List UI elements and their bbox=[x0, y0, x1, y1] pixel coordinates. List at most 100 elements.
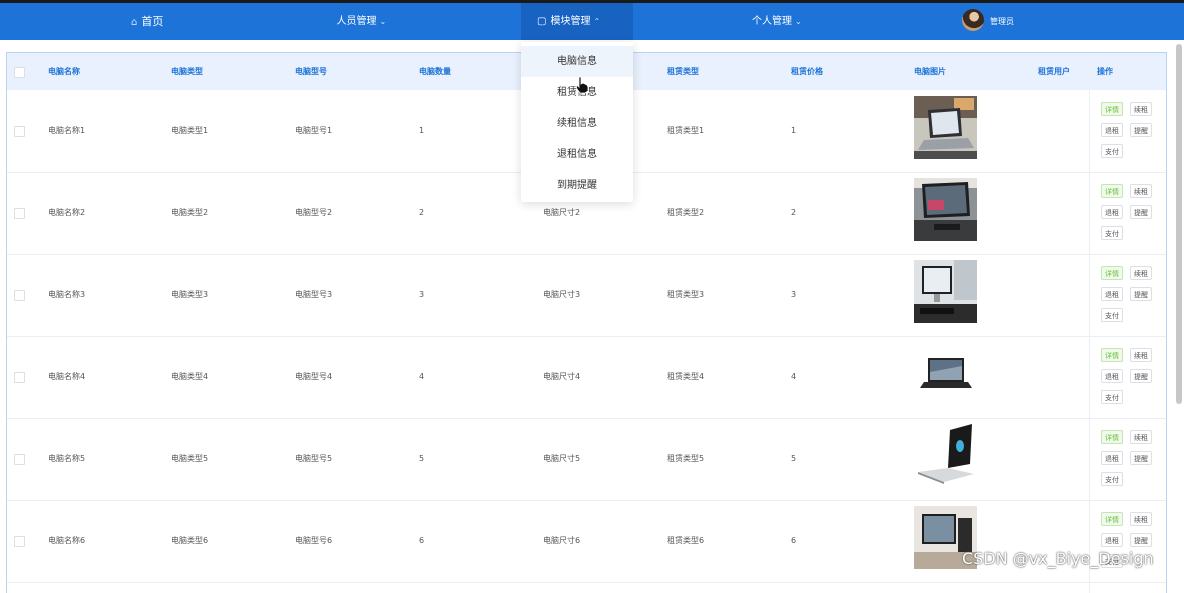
cell-computer-model: 电脑型号1 bbox=[295, 126, 333, 135]
header-computer-type[interactable]: 电脑类型 bbox=[171, 53, 203, 90]
cell-lease-price: 4 bbox=[791, 372, 797, 381]
cell-computer-size: 电脑尺寸4 bbox=[543, 372, 581, 381]
row-actions: 详情 续租 退租 提醒 支付 bbox=[1101, 336, 1161, 418]
renew-button[interactable]: 续租 bbox=[1130, 512, 1152, 526]
row-checkbox[interactable] bbox=[14, 208, 25, 219]
remind-button[interactable]: 提醒 bbox=[1130, 369, 1152, 383]
renew-button[interactable]: 续租 bbox=[1130, 266, 1152, 280]
remind-button[interactable]: 提醒 bbox=[1130, 287, 1152, 301]
table-row: 电脑名称3 电脑类型3 电脑型号3 3 电脑尺寸3 租赁类型3 3 详情 续租 … bbox=[7, 254, 1166, 337]
menu-item-return-info[interactable]: 退租信息 bbox=[521, 139, 633, 170]
cell-computer-model: 电脑型号2 bbox=[295, 208, 333, 217]
nav-home[interactable]: ⌂ 首页 bbox=[131, 3, 163, 40]
row-actions: 详情 续租 退租 提醒 支付 bbox=[1101, 500, 1161, 582]
menu-item-renewal-info[interactable]: 续租信息 bbox=[521, 108, 633, 139]
cell-computer-model: 电脑型号6 bbox=[295, 536, 333, 545]
return-button[interactable]: 退租 bbox=[1101, 369, 1123, 383]
row-checkbox[interactable] bbox=[14, 454, 25, 465]
hand-cursor-icon bbox=[575, 76, 589, 94]
remind-button[interactable]: 提醒 bbox=[1130, 533, 1152, 547]
cell-computer-quantity: 4 bbox=[419, 372, 425, 381]
detail-button[interactable]: 详情 bbox=[1101, 266, 1123, 280]
detail-button[interactable]: 详情 bbox=[1101, 184, 1123, 198]
table-row: 电脑名称6 电脑类型6 电脑型号6 6 电脑尺寸6 租赁类型6 6 详情 续租 … bbox=[7, 500, 1166, 583]
menu-item-computer-info[interactable]: 电脑信息 bbox=[521, 46, 633, 77]
cell-computer-quantity: 5 bbox=[419, 454, 425, 463]
menu-item-expiry-reminder[interactable]: 到期提醒 bbox=[521, 170, 633, 201]
row-actions: 详情 续租 退租 提醒 支付 bbox=[1101, 418, 1161, 500]
nav-home-label: 首页 bbox=[141, 15, 164, 28]
renew-button[interactable]: 续租 bbox=[1130, 430, 1152, 444]
return-button[interactable]: 退租 bbox=[1101, 533, 1123, 547]
cell-lease-type: 租赁类型3 bbox=[667, 290, 705, 299]
detail-button[interactable]: 详情 bbox=[1101, 430, 1123, 444]
avatar[interactable] bbox=[962, 9, 984, 31]
cell-lease-price: 2 bbox=[791, 208, 797, 217]
return-button[interactable]: 退租 bbox=[1101, 205, 1123, 219]
cell-computer-size: 电脑尺寸6 bbox=[543, 536, 581, 545]
table-row: 电脑名称4 电脑类型4 电脑型号4 4 电脑尺寸4 租赁类型4 4 详情 续租 … bbox=[7, 336, 1166, 419]
computer-image bbox=[914, 424, 977, 487]
computer-image bbox=[914, 342, 977, 405]
cell-computer-name: 电脑名称2 bbox=[48, 208, 86, 217]
detail-button[interactable]: 详情 bbox=[1101, 512, 1123, 526]
header-lease-price[interactable]: 租赁价格 bbox=[791, 53, 823, 90]
nav-module-label: 模块管理 bbox=[550, 16, 591, 27]
cell-computer-size: 电脑尺寸5 bbox=[543, 454, 581, 463]
renew-button[interactable]: 续租 bbox=[1130, 102, 1152, 116]
cell-lease-type: 租赁类型1 bbox=[667, 126, 705, 135]
select-all-checkbox[interactable] bbox=[14, 67, 25, 78]
cell-computer-quantity: 2 bbox=[419, 208, 425, 217]
cell-computer-type: 电脑类型2 bbox=[171, 208, 209, 217]
remind-button[interactable]: 提醒 bbox=[1130, 451, 1152, 465]
remind-button[interactable]: 提醒 bbox=[1130, 205, 1152, 219]
header-lease-user[interactable]: 租赁用户 bbox=[1038, 53, 1070, 90]
row-checkbox[interactable] bbox=[14, 126, 25, 137]
renew-button[interactable]: 续租 bbox=[1130, 348, 1152, 362]
remind-button[interactable]: 提醒 bbox=[1130, 123, 1152, 137]
cell-computer-type: 电脑类型4 bbox=[171, 372, 209, 381]
header-lease-type[interactable]: 租赁类型 bbox=[667, 53, 699, 90]
cell-computer-quantity: 6 bbox=[419, 536, 425, 545]
pay-button[interactable]: 支付 bbox=[1101, 144, 1123, 158]
cell-lease-price: 1 bbox=[791, 126, 797, 135]
cell-computer-name: 电脑名称5 bbox=[48, 454, 86, 463]
table-row: 电脑名称5 电脑类型5 电脑型号5 5 电脑尺寸5 租赁类型5 5 详情 续租 … bbox=[7, 418, 1166, 501]
header-actions: 操作 bbox=[1097, 67, 1113, 76]
vertical-scrollbar[interactable] bbox=[1176, 44, 1182, 404]
cell-computer-name: 电脑名称3 bbox=[48, 290, 86, 299]
row-checkbox[interactable] bbox=[14, 372, 25, 383]
row-actions: 详情 续租 退租 提醒 支付 bbox=[1101, 172, 1161, 254]
row-actions: 详情 续租 退租 提醒 支付 bbox=[1101, 254, 1161, 336]
computer-image bbox=[914, 260, 977, 323]
detail-button[interactable]: 详情 bbox=[1101, 102, 1123, 116]
renew-button[interactable]: 续租 bbox=[1130, 184, 1152, 198]
cell-computer-quantity: 3 bbox=[419, 290, 425, 299]
row-checkbox[interactable] bbox=[14, 290, 25, 301]
pay-button[interactable]: 支付 bbox=[1101, 390, 1123, 404]
return-button[interactable]: 退租 bbox=[1101, 287, 1123, 301]
admin-username[interactable]: 管理员 bbox=[990, 3, 1014, 40]
pay-button[interactable]: 支付 bbox=[1101, 472, 1123, 486]
cell-computer-type: 电脑类型6 bbox=[171, 536, 209, 545]
row-checkbox[interactable] bbox=[14, 536, 25, 547]
detail-button[interactable]: 详情 bbox=[1101, 348, 1123, 362]
home-icon: ⌂ bbox=[131, 17, 138, 28]
pay-button[interactable]: 支付 bbox=[1101, 226, 1123, 240]
pay-button[interactable]: 支付 bbox=[1101, 308, 1123, 322]
cell-lease-type: 租赁类型4 bbox=[667, 372, 705, 381]
header-computer-quantity[interactable]: 电脑数量 bbox=[419, 53, 451, 90]
cell-lease-type: 租赁类型6 bbox=[667, 536, 705, 545]
cell-lease-price: 3 bbox=[791, 290, 797, 299]
nav-staff-management[interactable]: 👤 人员管理 ⌄ bbox=[320, 3, 386, 40]
return-button[interactable]: 退租 bbox=[1101, 123, 1123, 137]
return-button[interactable]: 退租 bbox=[1101, 451, 1123, 465]
header-computer-name[interactable]: 电脑名称 bbox=[48, 53, 80, 90]
nav-personal-management[interactable]: 个人管理 ⌄ bbox=[752, 3, 802, 40]
watermark: CSDN @vx_Biye_Design bbox=[962, 549, 1154, 568]
nav-module-management[interactable]: ▢ 模块管理 ⌃ bbox=[521, 3, 633, 40]
header-computer-model[interactable]: 电脑型号 bbox=[295, 53, 327, 90]
nav-staff-label: 人员管理 bbox=[336, 16, 377, 27]
cell-computer-size: 电脑尺寸3 bbox=[543, 290, 581, 299]
module-icon: ▢ bbox=[537, 16, 547, 27]
